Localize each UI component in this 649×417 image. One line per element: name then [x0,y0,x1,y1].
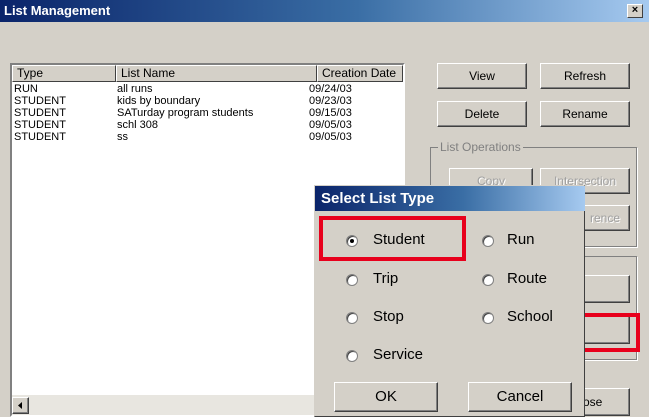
radio-school[interactable] [482,312,494,324]
label-trip[interactable]: Trip [373,270,398,287]
rename-button[interactable]: Rename [540,101,630,127]
label-route[interactable]: Route [507,270,547,287]
table-row[interactable]: STUDENT schl 308 09/05/03 [12,119,403,131]
ok-button[interactable]: OK [334,382,438,412]
refresh-button[interactable]: Refresh [540,63,630,89]
row-creation-date: 09/05/03 [309,131,352,143]
label-run[interactable]: Run [507,231,535,248]
row-creation-date: 09/24/03 [309,83,352,95]
highlight-box-right [584,313,640,352]
row-list-name: all runs [117,83,153,95]
row-type: STUDENT [14,131,66,143]
radio-stop[interactable] [346,312,358,324]
table-row[interactable]: RUN all runs 09/24/03 [12,83,403,95]
group-button-1[interactable] [580,275,630,303]
row-list-name: schl 308 [117,119,158,131]
row-creation-date: 09/23/03 [309,95,352,107]
close-button[interactable]: ose [578,388,630,416]
cancel-button[interactable]: Cancel [468,382,572,412]
delete-button[interactable]: Delete [437,101,527,127]
label-service[interactable]: Service [373,346,423,363]
column-header-type[interactable]: Type [12,65,116,82]
column-header-creation-date[interactable]: Creation Date [317,65,403,82]
row-list-name: kids by boundary [117,95,201,107]
row-type: STUDENT [14,95,66,107]
table-row[interactable]: STUDENT SATurday program students 09/15/… [12,107,403,119]
row-type: STUDENT [14,107,66,119]
radio-route[interactable] [482,274,494,286]
table-row[interactable]: STUDENT kids by boundary 09/23/03 [12,95,403,107]
list-operations-label: List Operations [438,140,523,154]
row-list-name: ss [117,131,128,143]
label-school[interactable]: School [507,308,553,325]
window-title: List Management [4,3,111,18]
dialog-title: Select List Type [315,186,585,211]
close-icon[interactable]: × [627,4,643,18]
scroll-left-button[interactable] [12,397,29,414]
row-creation-date: 09/15/03 [309,107,352,119]
row-type: STUDENT [14,119,66,131]
row-list-name: SATurday program students [117,107,254,119]
radio-trip[interactable] [346,274,358,286]
row-creation-date: 09/05/03 [309,119,352,131]
radio-run[interactable] [482,235,494,247]
column-header-list-name[interactable]: List Name [116,65,317,82]
row-type: RUN [14,83,38,95]
highlight-box-student [319,216,466,261]
view-button[interactable]: View [437,63,527,89]
table-row[interactable]: STUDENT ss 09/05/03 [12,131,403,143]
label-stop[interactable]: Stop [373,308,404,325]
arrow-left-icon [18,402,22,409]
radio-service[interactable] [346,350,358,362]
